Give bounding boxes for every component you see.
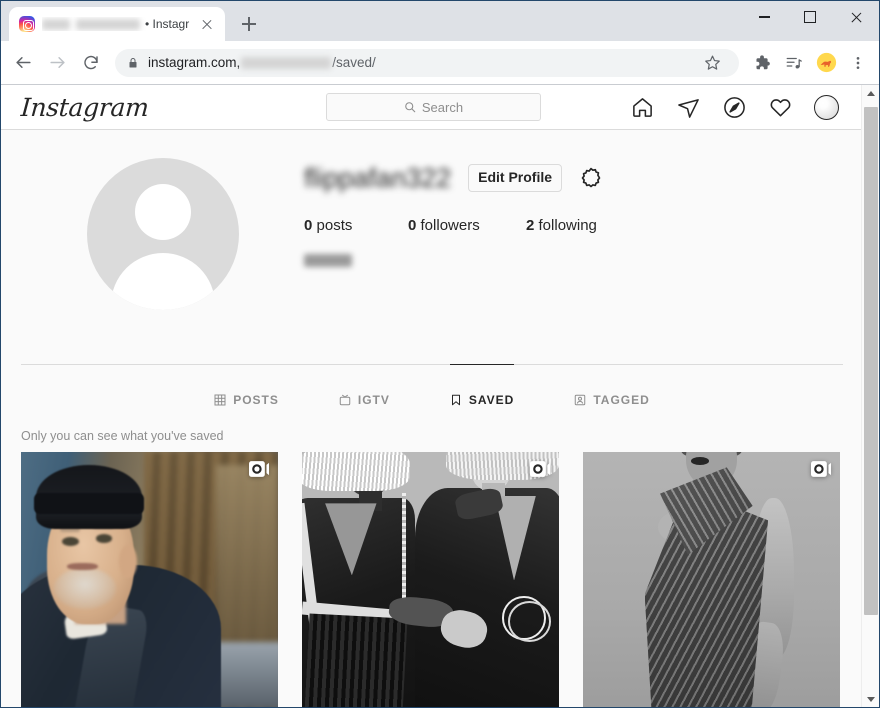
extensions-puzzle-icon[interactable] xyxy=(747,48,777,78)
bookmark-icon xyxy=(450,394,462,406)
direct-message-icon[interactable] xyxy=(676,95,700,119)
scrollbar-thumb[interactable] xyxy=(864,107,878,615)
back-icon[interactable] xyxy=(7,47,39,79)
tab-title-text: • Instagr xyxy=(145,17,190,31)
tab-igtv[interactable]: IGTV xyxy=(339,364,390,416)
tab-title: • Instagr xyxy=(42,17,190,31)
stat-following-label: following xyxy=(538,217,597,234)
reload-icon[interactable] xyxy=(75,47,107,79)
profile-info: flippafan322 Edit Profile 0 posts 0 foll… xyxy=(304,158,843,310)
secure-lock-icon xyxy=(129,57,137,67)
explore-compass-icon[interactable] xyxy=(722,95,746,119)
saved-post-2-photo xyxy=(302,452,559,707)
profile-section: flippafan322 Edit Profile 0 posts 0 foll… xyxy=(1,130,863,310)
page-scrollbar[interactable] xyxy=(861,85,879,707)
stat-followers-label: followers xyxy=(420,217,480,234)
saved-privacy-note: Only you can see what you've saved xyxy=(21,429,224,443)
tab-title-redacted-2 xyxy=(76,18,140,30)
tab-saved[interactable]: SAVED xyxy=(449,364,515,416)
minimize-button[interactable] xyxy=(741,1,787,33)
carousel-icon xyxy=(530,461,550,477)
close-tab-icon[interactable] xyxy=(197,14,217,34)
page-viewport: Instagram Search flippafan322 Edit Profi… xyxy=(1,84,879,707)
tab-posts-label: POSTS xyxy=(233,392,279,407)
profile-username: flippafan322 xyxy=(304,162,452,193)
profile-avatar-icon[interactable] xyxy=(814,94,839,120)
browser-tab-instagram[interactable]: • Instagr xyxy=(9,7,225,41)
scroll-up-arrow[interactable] xyxy=(862,85,879,102)
browser-window: • Instagr instagram.com, /saved/ Instagr… xyxy=(0,0,880,708)
extension-avatar-icon[interactable] xyxy=(811,48,841,78)
forward-icon[interactable] xyxy=(41,47,73,79)
instagram-header: Instagram Search xyxy=(1,85,863,130)
saved-post-3[interactable] xyxy=(583,452,840,707)
search-placeholder: Search xyxy=(421,99,464,115)
home-icon[interactable] xyxy=(630,95,654,119)
browser-toolbar: instagram.com, /saved/ xyxy=(1,41,879,84)
url-path: /saved/ xyxy=(332,55,376,70)
new-tab-button[interactable] xyxy=(235,10,263,38)
saved-post-3-photo xyxy=(583,452,840,707)
url-redacted-segment xyxy=(241,56,332,69)
tab-saved-label: SAVED xyxy=(468,392,515,407)
tab-posts[interactable]: POSTS xyxy=(214,364,279,416)
stat-followers[interactable]: 0 followers xyxy=(408,217,526,234)
search-icon xyxy=(405,102,416,113)
profile-tabs: POSTS IGTV SAVED TAGGED xyxy=(21,364,843,416)
tab-strip: • Instagr xyxy=(1,1,879,41)
chrome-menu-icon[interactable] xyxy=(843,48,873,78)
stat-following-count: 2 xyxy=(526,217,535,234)
instagram-page: Instagram Search flippafan322 Edit Profi… xyxy=(1,85,863,707)
saved-posts-grid xyxy=(21,452,843,707)
instagram-nav xyxy=(630,94,839,120)
maximize-button[interactable] xyxy=(787,1,833,33)
carousel-icon xyxy=(249,461,269,477)
tagged-person-icon xyxy=(574,394,586,406)
stat-posts: 0 posts xyxy=(304,217,408,234)
avatar-column xyxy=(21,158,304,310)
tab-tagged-label: TAGGED xyxy=(593,392,650,407)
saved-post-1-photo xyxy=(21,452,278,707)
grid-icon xyxy=(214,394,226,406)
address-bar[interactable]: instagram.com, /saved/ xyxy=(115,48,739,78)
close-window-button[interactable] xyxy=(833,1,879,33)
tab-tagged[interactable]: TAGGED xyxy=(574,364,649,416)
edit-profile-button[interactable]: Edit Profile xyxy=(468,164,563,192)
tab-igtv-label: IGTV xyxy=(357,392,390,407)
username-row: flippafan322 Edit Profile xyxy=(304,161,843,195)
stat-posts-count: 0 xyxy=(304,217,313,234)
bookmark-star-icon[interactable] xyxy=(697,48,727,78)
stat-followers-count: 0 xyxy=(408,217,417,234)
media-control-icon[interactable] xyxy=(779,48,809,78)
profile-bio-redacted xyxy=(304,254,352,267)
stat-following[interactable]: 2 following xyxy=(526,217,597,234)
saved-post-2[interactable] xyxy=(302,452,559,707)
url-domain: instagram.com, xyxy=(148,55,241,70)
saved-post-1[interactable] xyxy=(21,452,278,707)
search-input[interactable]: Search xyxy=(326,93,541,121)
activity-heart-icon[interactable] xyxy=(768,95,792,119)
profile-stats: 0 posts 0 followers 2 following xyxy=(304,217,843,234)
url-text: instagram.com, /saved/ xyxy=(148,55,376,70)
stat-posts-label: posts xyxy=(316,217,353,234)
instagram-favicon xyxy=(19,16,35,32)
instagram-logo[interactable]: Instagram xyxy=(20,93,150,122)
scroll-down-arrow[interactable] xyxy=(862,691,879,707)
tab-title-redacted-1 xyxy=(42,18,70,30)
profile-avatar[interactable] xyxy=(86,158,239,310)
settings-gear-icon[interactable] xyxy=(579,166,603,190)
window-controls xyxy=(741,1,879,33)
carousel-icon xyxy=(811,461,831,477)
igtv-icon xyxy=(339,394,351,406)
avatar-head-shape xyxy=(134,184,191,240)
avatar-body-shape xyxy=(110,253,215,310)
